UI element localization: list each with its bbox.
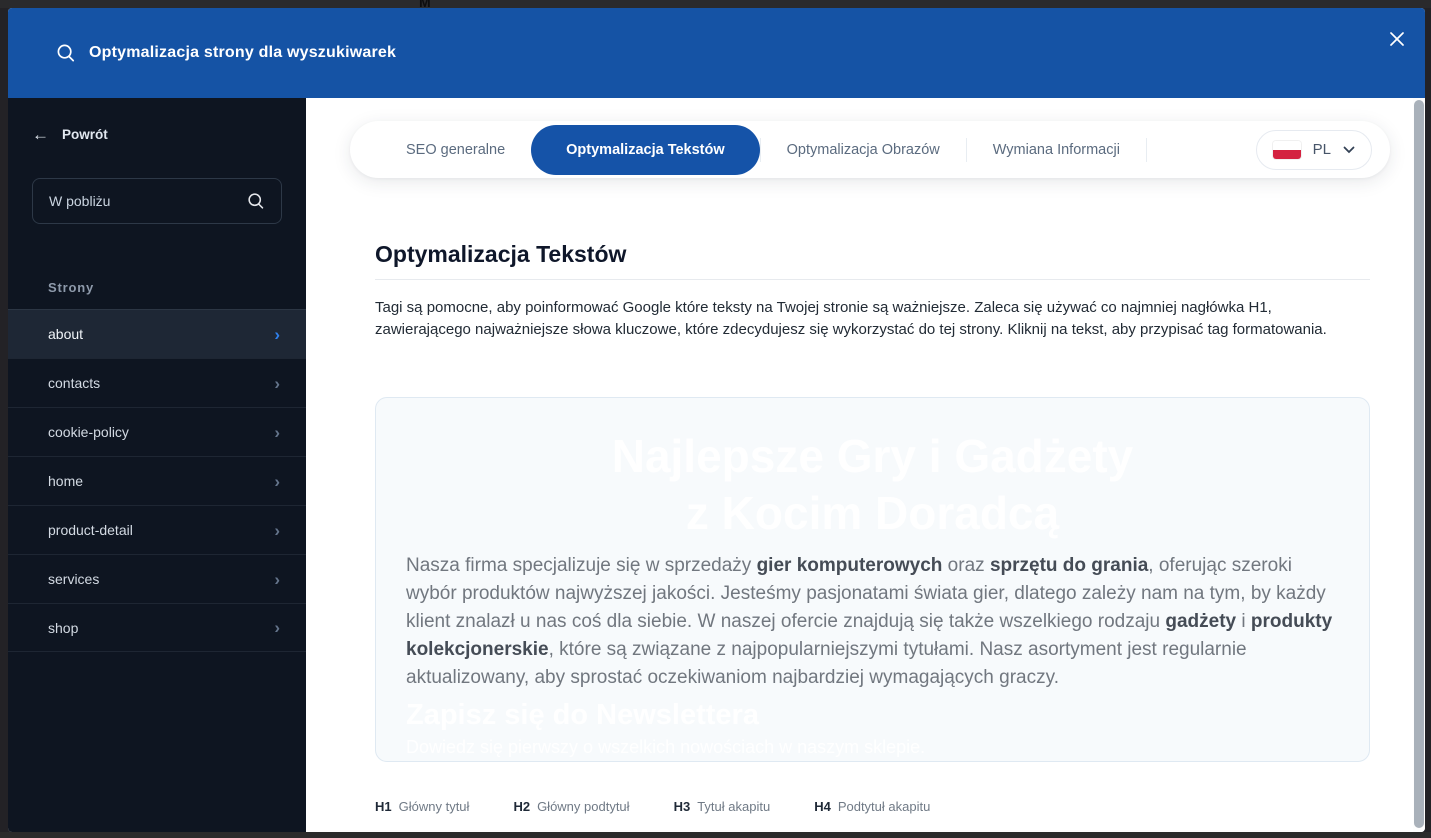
preview-text: i	[1236, 611, 1251, 632]
preview-keyword: sprzętu do grania	[989, 555, 1149, 576]
legend-tag: H3	[673, 799, 691, 814]
legend-label: Główny podtytuł	[537, 799, 630, 814]
tab-bar: SEO generalne Optymalizacja Tekstów Optyma…	[350, 121, 1390, 178]
chevron-right-icon: ›	[274, 373, 280, 393]
tabbar-row: SEO generalne Optymalizacja Tekstów Optyma…	[350, 121, 1390, 178]
section-description: Tagi są pomocne, aby poinformować Google…	[375, 299, 1327, 338]
vertical-scrollbar[interactable]	[1413, 98, 1425, 832]
preview-text: oraz	[942, 555, 990, 576]
sidebar-item-home[interactable]: home ›	[8, 456, 306, 505]
pages-nav-list: about › contacts › cookie-policy › home › produc…	[8, 309, 306, 652]
legend-tag: H4	[814, 799, 831, 814]
chevron-right-icon: ›	[274, 569, 280, 589]
preview-h2-subtitle[interactable]: Dowiedz się pierwszy o wszelkich nowości…	[406, 737, 1339, 758]
tab-wymiana-informacji[interactable]: Wymiana Informacji	[967, 142, 1146, 158]
tab-optymalizacja-tekstów[interactable]: Optymalizacja Tekstów	[531, 124, 760, 175]
tab-seo-generalne[interactable]: SEO generalne	[380, 142, 531, 158]
content-area: Optymalizacja Tekstów Tagi są pomocne, a…	[306, 241, 1413, 814]
sidebar-item-cookie-policy[interactable]: cookie-policy ›	[8, 407, 306, 456]
poland-flag-icon	[1272, 140, 1301, 159]
scrollbar-thumb[interactable]	[1414, 100, 1424, 828]
search-icon	[56, 43, 76, 63]
preview-text: Nasza firma specjalizuje się w sprzedaży	[406, 555, 757, 576]
back-label: Powrót	[62, 127, 108, 142]
preview-paragraph[interactable]: Nasza firma specjalizuje się w sprzedaży…	[406, 552, 1339, 692]
sidebar-item-product-detail[interactable]: product-detail ›	[8, 505, 306, 554]
sidebar-item-label: home	[48, 473, 84, 489]
dialog-title: Optymalizacja strony dla wyszukiwarek	[89, 44, 397, 61]
sidebar-item-label: cookie-policy	[48, 424, 129, 440]
chevron-right-icon: ›	[274, 618, 280, 637]
chevron-right-icon: ›	[274, 422, 280, 442]
sidebar-section-title: Strony	[48, 280, 94, 295]
back-arrow-icon: ←	[32, 125, 49, 144]
legend-label: Tytuł akapitu	[697, 799, 771, 814]
sidebar-search-icon[interactable]	[247, 192, 265, 210]
main-panel: SEO generalne Optymalizacja Tekstów Optyma…	[306, 98, 1413, 832]
legend-item-h4: H4 Podtytuł akapitu	[814, 799, 930, 814]
sidebar-search-input[interactable]	[49, 193, 239, 209]
sidebar-item-shop[interactable]: shop ›	[8, 603, 306, 652]
background-page-bottom-edge	[0, 832, 1431, 838]
chevron-right-icon: ›	[274, 471, 280, 491]
sidebar-item-label: services	[48, 571, 100, 587]
sidebar-item-contacts[interactable]: contacts ›	[8, 358, 306, 407]
chevron-down-icon	[1343, 146, 1355, 154]
page-title: Optymalizacja Tekstów	[375, 241, 627, 267]
sidebar-item-label: about	[48, 326, 84, 342]
tab-separator	[1145, 137, 1147, 162]
seo-optimization-dialog: Optymalizacja strony dla wyszukiwarek ← …	[8, 8, 1425, 832]
preview-keyword: gadżety	[1165, 611, 1237, 632]
language-code: PL	[1312, 141, 1331, 158]
tab-optymalizacja-obrazów[interactable]: Optymalizacja Obrazów	[761, 142, 966, 158]
preview-h1-line1: Najlepsze Gry i Gadżety	[611, 430, 1134, 482]
chevron-right-icon: ›	[274, 520, 280, 540]
heading-tags-legend: H1 Główny tytuł H2 Główny podtytuł H3 Tytuł a…	[375, 799, 1370, 814]
back-button[interactable]: ← Powrót	[32, 126, 306, 143]
pages-sidebar: ← Powrót Strony about›contacts›cookie-po…	[8, 98, 306, 832]
close-icon[interactable]	[1383, 25, 1411, 53]
preview-h1-line2: z Kocim Doradcą	[685, 487, 1060, 539]
text-preview-card: Najlepsze Gry i Gadżety z Kocim Doradcą …	[375, 397, 1370, 762]
legend-label: Główny tytuł	[398, 799, 470, 814]
sidebar-item-label: shop	[48, 619, 79, 636]
sidebar-item-about[interactable]: about ›	[8, 309, 306, 358]
sidebar-item-label: contacts	[48, 375, 101, 391]
preview-keyword: gier komputerowych	[756, 555, 943, 576]
sidebar-item-label: product-detail	[48, 522, 133, 538]
legend-item-h1: H1 Główny tytuł	[375, 799, 469, 814]
background-page-top-edge: M	[0, 0, 1431, 10]
sidebar-search-box	[32, 178, 282, 224]
legend-tag: H1	[375, 799, 392, 814]
title-divider	[375, 279, 1370, 280]
legend-item-h3: H3 Tytuł akapitu	[674, 799, 771, 814]
legend-tag: H2	[513, 799, 531, 814]
legend-item-h2: H2 Główny podtytuł	[513, 799, 629, 814]
legend-label: Podtytuł akapitu	[837, 799, 931, 814]
dialog-header: Optymalizacja strony dla wyszukiwarek	[8, 8, 1425, 98]
preview-h1-heading[interactable]: Najlepsze Gry i Gadżety z Kocim Doradcą	[406, 428, 1339, 542]
preview-h2-heading[interactable]: Zapisz się do Newslettera	[406, 699, 1339, 732]
chevron-right-icon: ›	[274, 324, 280, 344]
language-selector[interactable]: PL	[1255, 129, 1372, 170]
dialog-body: ← Powrót Strony about›contacts›cookie-po…	[8, 98, 1425, 832]
sidebar-item-services[interactable]: services ›	[8, 554, 306, 603]
